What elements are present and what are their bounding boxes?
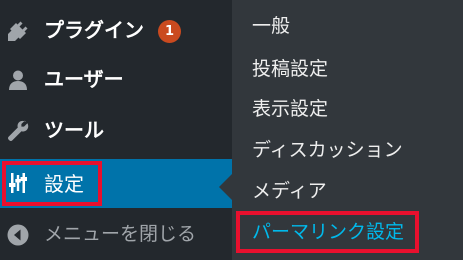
collapse-menu-button[interactable]: メニューを閉じる — [0, 213, 232, 255]
collapse-arrow-icon — [6, 223, 30, 247]
wrench-icon — [6, 119, 30, 143]
settings-sliders-icon — [6, 171, 30, 195]
sidebar-item-label: ユーザー — [44, 67, 124, 91]
sidebar-item-label: 設定 — [44, 172, 84, 196]
submenu-item-general[interactable]: 一般 — [252, 13, 290, 39]
update-count-badge: 1 — [158, 20, 181, 43]
settings-submenu: 一般 投稿設定 表示設定 ディスカッション メディア パーマリンク設定 — [232, 0, 463, 260]
user-icon — [6, 68, 30, 92]
submenu-item-permalinks[interactable]: パーマリンク設定 — [252, 219, 404, 245]
plugin-icon — [6, 19, 30, 43]
sidebar-item-label: メニューを閉じる — [44, 223, 197, 245]
submenu-item-discussion[interactable]: ディスカッション — [252, 137, 403, 163]
sidebar-item-settings[interactable]: 設定 — [0, 159, 232, 208]
wp-admin-menu-screenshot: プラグイン 1 ユーザー ツール 設定 メニューを閉じる 一般 投稿設定 表示設… — [0, 0, 463, 260]
admin-sidebar: プラグイン 1 ユーザー ツール 設定 メニューを閉じる — [0, 0, 232, 260]
submenu-pointer-arrow — [219, 174, 232, 200]
submenu-item-reading[interactable]: 表示設定 — [252, 96, 328, 122]
sidebar-item-users[interactable]: ユーザー — [0, 58, 232, 100]
submenu-item-media[interactable]: メディア — [252, 178, 327, 204]
sidebar-item-label: プラグイン — [44, 18, 144, 42]
sidebar-item-plugins[interactable]: プラグイン 1 — [0, 9, 232, 51]
sidebar-item-label: ツール — [44, 118, 104, 142]
submenu-item-writing[interactable]: 投稿設定 — [252, 56, 328, 82]
sidebar-item-tools[interactable]: ツール — [0, 109, 232, 151]
